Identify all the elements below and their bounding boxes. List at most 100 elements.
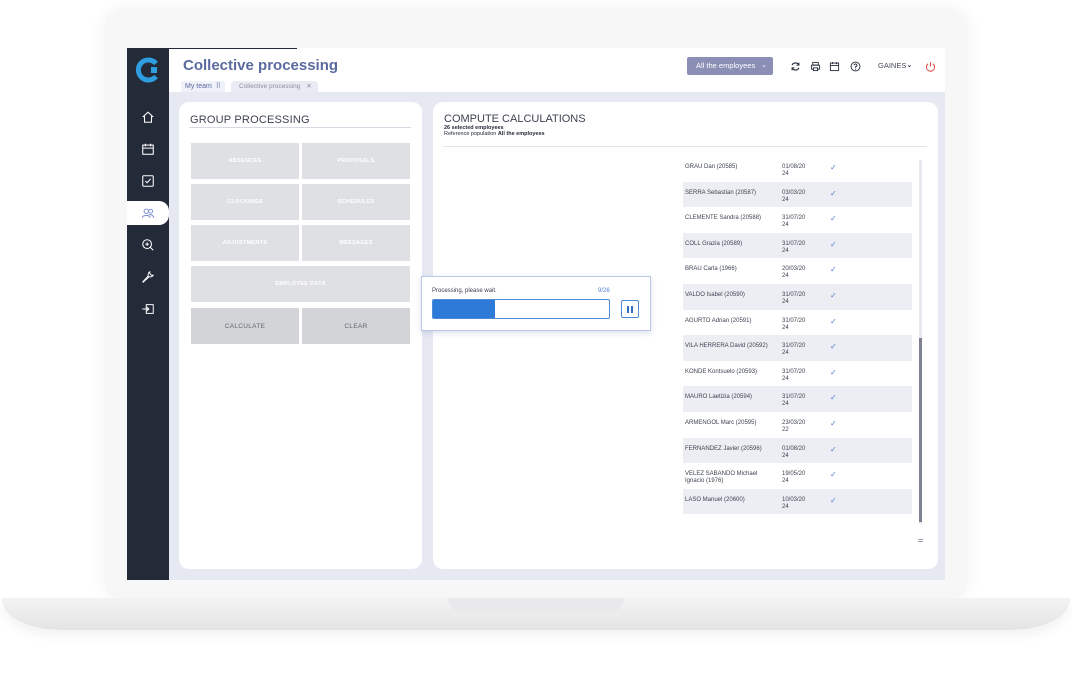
employee-name: GRAU Dan (20585) (685, 164, 738, 170)
employee-name: BRAU Carla (1966) (685, 266, 737, 273)
employee-row[interactable]: VILA HERRERA David (20592) 31/07/20 24 ✓ (683, 335, 912, 361)
chevron-down-icon[interactable]: ⌄ (906, 60, 913, 69)
clear-button[interactable]: CLEAR (302, 308, 410, 344)
processing-text: Processing, please wait. (432, 288, 497, 294)
check-icon: ✓ (830, 316, 837, 326)
employee-row[interactable]: GRAU Dan (20585) 01/08/20 24 ✓ (683, 156, 912, 182)
employee-name: KONDE Kontsuelo (20593) (685, 368, 758, 375)
employee-date: 31/07/20 24 (782, 368, 806, 382)
employee-row[interactable]: SERRA Sebastian (20587) 03/03/20 24 ✓ (683, 181, 912, 208)
user-name[interactable]: GAINES (878, 61, 906, 70)
employee-name: VALDO Isabel (20590) (685, 291, 745, 298)
power-icon[interactable] (923, 59, 937, 73)
group-processing-panel: GROUP PROCESSING ABSENCES PROPOSALS CLOC… (179, 102, 422, 569)
employee-name: FERNANDEZ Javier (20596) (685, 445, 762, 452)
calendar-icon[interactable] (827, 59, 841, 73)
employee-row[interactable]: ARMENGOL Marc (20595) 23/03/20 22 ✓ (683, 412, 912, 438)
tab-collective-label: Collective processing (239, 83, 301, 90)
processing-dialog: Processing, please wait. 9/26 (421, 276, 651, 331)
print-icon[interactable] (808, 59, 822, 73)
employee-name: VILA HERRERA David (20592) (685, 343, 768, 350)
schedules-button[interactable]: SCHEDULES (302, 184, 410, 220)
employee-name: CLEMENTE Sandra (20588) (685, 215, 762, 222)
reference-label: Reference population (444, 131, 497, 137)
check-icon: ✓ (830, 214, 837, 224)
search-plus-icon[interactable] (138, 235, 158, 255)
group-processing-title: GROUP PROCESSING (190, 114, 310, 126)
employee-date: 03/03/20 24 (782, 189, 806, 203)
employee-name: AGURTO Adrian (20591) (685, 317, 752, 324)
help-icon[interactable] (848, 59, 862, 73)
checkbox-icon[interactable] (138, 171, 158, 191)
chevron-down-icon: ⌄ (761, 62, 767, 69)
check-icon: ✓ (830, 418, 837, 428)
messages-button[interactable]: MESSAGES (302, 225, 410, 261)
check-icon: ✓ (830, 342, 837, 352)
employee-name: VELEZ SABANDO Michael Ignacio (1976) (685, 471, 758, 485)
employee-date: 01/08/20 24 (782, 445, 806, 459)
proposals-button[interactable]: PROPOSALS (302, 143, 410, 179)
check-icon: ✓ (830, 239, 837, 249)
check-icon: ✓ (830, 290, 837, 300)
employee-date: 10/03/20 24 (782, 496, 806, 510)
sidebar (127, 48, 169, 580)
check-icon: ✓ (830, 163, 837, 172)
employee-date: 31/07/20 24 (782, 343, 806, 357)
employee-date: 23/03/20 22 (782, 419, 806, 433)
home-icon[interactable] (138, 107, 158, 127)
employee-filter-select[interactable]: All the employees ⌄ (687, 57, 773, 75)
employee-row[interactable]: KONDE Kontsuelo (20593) 31/07/20 24 ✓ (683, 361, 912, 387)
check-icon: ✓ (830, 470, 837, 480)
header: Collective processing My team ⠿ Collecti… (169, 48, 945, 92)
pause-button[interactable] (621, 300, 639, 318)
employee-name: SERRA Sebastian (20587) (685, 189, 757, 196)
employee-row[interactable]: VELEZ SABANDO Michael Ignacio (1976) 19/0… (683, 463, 912, 489)
team-icon[interactable] (138, 203, 158, 223)
employee-name: LASO Manuel (20600) (685, 496, 745, 503)
employee-row[interactable]: AGURTO Adrian (20591) 31/07/20 24 ✓ (683, 310, 912, 336)
wrench-icon[interactable] (138, 267, 158, 287)
divider (443, 146, 927, 147)
calculate-button[interactable]: CALCULATE (191, 308, 299, 344)
scrollbar-thumb[interactable] (919, 338, 922, 522)
check-icon: ✓ (830, 367, 837, 377)
header-divider (169, 48, 297, 49)
employee-row[interactable]: VALDO Isabel (20590) 31/07/20 24 ✓ (683, 283, 912, 310)
divider (189, 127, 411, 128)
employee-row[interactable]: COLL Grazia (20589) 31/07/20 24 ✓ (683, 232, 912, 259)
employee-name: MAURO Laetizia (20594) (685, 394, 753, 401)
employee-list: GRAU Dan (20585) 01/08/20 24 ✓ SERRA Sebast… (683, 156, 912, 515)
progress-fill (433, 300, 495, 318)
page-title: Collective processing (183, 57, 339, 74)
employee-filter-value: All the employees (696, 61, 756, 70)
employee-row[interactable]: FERNANDEZ Javier (20596) 01/08/20 24 ✓ (683, 437, 912, 464)
calendar-icon[interactable] (138, 139, 158, 159)
employee-date: 19/05/20 24 (782, 471, 806, 485)
adjustments-button[interactable]: ADJUSTMENTS (191, 225, 299, 261)
tab-my-team[interactable]: My team ⠿ (181, 81, 225, 92)
check-icon: ✓ (830, 188, 837, 198)
employee-date: 20/03/20 24 (782, 266, 806, 280)
employee-row[interactable]: CLEMENTE Sandra (20588) 31/07/20 24 ✓ (683, 207, 912, 233)
refresh-icon[interactable] (788, 59, 802, 73)
employee-date: 31/07/20 24 (782, 317, 806, 331)
pause-icon (631, 305, 633, 313)
employee-date: 31/07/20 24 (782, 394, 806, 408)
absences-button[interactable]: ABSENCES (191, 143, 299, 179)
tab-collective-processing[interactable]: Collective processing ✕ (231, 81, 318, 92)
employee-data-button[interactable]: EMPLOYEE DATA (191, 266, 410, 302)
employee-row[interactable]: LASO Manuel (20600) 10/03/20 24 ✓ (683, 488, 912, 515)
employee-row[interactable]: MAURO Laetizia (20594) 31/07/20 24 ✓ (683, 386, 912, 412)
check-icon: ✓ (830, 444, 837, 454)
logo-icon[interactable] (134, 56, 162, 84)
employee-row[interactable]: BRAU Carla (1966) 20/03/20 24 ✓ (683, 258, 912, 284)
clockings-button[interactable]: CLOCKINGS (191, 184, 299, 220)
processing-count: 9/26 (598, 288, 610, 294)
resize-grip-icon[interactable] (918, 539, 923, 542)
close-icon[interactable]: ✕ (306, 83, 311, 90)
app-screen: Collective processing My team ⠿ Collecti… (127, 48, 945, 580)
reference-population: Reference population All the employees (444, 131, 545, 137)
tab-my-team-label: My team (185, 83, 212, 90)
employee-date: 31/07/20 24 (782, 291, 806, 305)
export-icon[interactable] (138, 299, 158, 319)
